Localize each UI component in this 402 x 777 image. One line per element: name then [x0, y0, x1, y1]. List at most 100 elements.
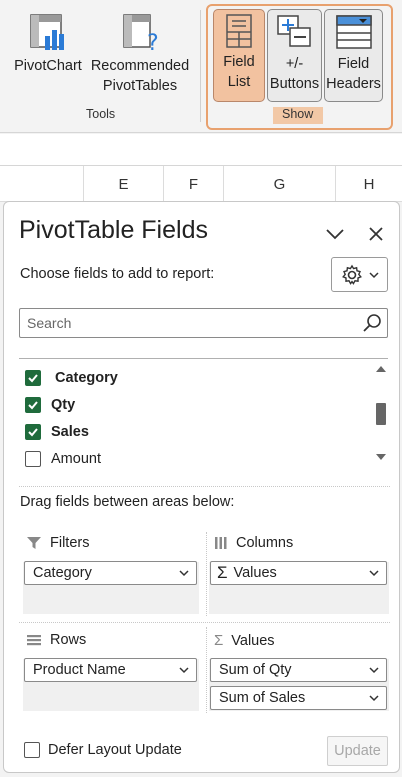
field-label: Amount — [51, 451, 101, 467]
field-headers-button[interactable]: Field Headers — [324, 9, 383, 102]
field-list-icon — [226, 14, 252, 48]
column-header-h[interactable]: H — [336, 166, 402, 202]
columns-item-values[interactable]: Σ Values — [210, 561, 387, 585]
pivotchart-button[interactable]: PivotChart — [12, 12, 84, 76]
columns-area-header: Columns — [214, 535, 293, 551]
field-list-scrollbar[interactable] — [372, 359, 388, 468]
filters-item-category[interactable]: Category — [24, 561, 197, 585]
field-label: Category — [55, 370, 118, 386]
pivotchart-label: PivotChart — [14, 58, 82, 74]
field-item-category[interactable]: Category — [25, 367, 118, 389]
recommended-label-line1: Recommended — [90, 58, 190, 74]
defer-layout-checkbox[interactable] — [24, 742, 40, 758]
field-list-label-line1: Field — [223, 54, 255, 70]
buttons-label-line1: +/- — [285, 56, 304, 72]
scroll-up-icon[interactable] — [375, 365, 387, 373]
chevron-down-icon[interactable] — [178, 663, 190, 677]
formula-bar-area — [0, 134, 402, 166]
columns-icon — [215, 537, 227, 549]
values-area-header: Σ Values — [214, 632, 275, 649]
update-button[interactable]: Update — [327, 736, 388, 766]
area-item-label: Product Name — [33, 662, 126, 678]
search-input[interactable]: Search — [19, 308, 388, 338]
area-item-label: Values — [233, 565, 277, 581]
field-item-sales[interactable]: Sales — [25, 421, 89, 443]
values-item-sum-of-qty[interactable]: Sum of Qty — [210, 658, 387, 682]
field-item-amount[interactable]: Amount — [25, 448, 101, 468]
column-header-f[interactable]: F — [164, 166, 224, 202]
column-header-blank — [0, 166, 84, 202]
field-checkbox[interactable] — [25, 397, 41, 413]
values-label: Values — [231, 632, 275, 649]
rows-area-header: Rows — [26, 632, 86, 648]
chevron-down-icon[interactable] — [368, 691, 380, 705]
field-list: Category Qty Sales Amount — [19, 358, 388, 468]
area-item-label: Sum of Sales — [219, 690, 306, 706]
plus-minus-icon — [276, 15, 311, 47]
tools-gear-button[interactable] — [331, 257, 388, 292]
filters-area-header: Filters — [26, 535, 89, 551]
close-icon[interactable] — [367, 225, 385, 243]
pivotchart-icon — [30, 14, 64, 50]
area-item-label: Category — [33, 565, 92, 581]
search-placeholder: Search — [27, 315, 72, 331]
ribbon: PivotChart ? Recommended PivotTables Too… — [0, 0, 402, 133]
field-label: Sales — [51, 424, 89, 440]
chevron-down-icon — [368, 271, 379, 278]
sigma-icon: Σ — [214, 632, 224, 649]
checkmark-icon — [28, 374, 38, 383]
field-checkbox[interactable] — [25, 370, 41, 386]
rows-icon — [27, 635, 41, 646]
drag-fields-label: Drag fields between areas below: — [20, 494, 235, 510]
search-icon — [363, 314, 381, 332]
recommended-pivottables-icon: ? — [123, 14, 159, 52]
field-list-label-line2: List — [227, 74, 251, 90]
defer-layout-update[interactable]: Defer Layout Update — [24, 742, 182, 758]
buttons-label-line2: Buttons — [269, 76, 320, 92]
svg-text:?: ? — [147, 31, 159, 52]
headers-label-line2: Headers — [326, 76, 381, 92]
filter-icon — [27, 537, 41, 549]
field-headers-icon — [335, 15, 372, 49]
filters-label: Filters — [50, 535, 90, 551]
gear-icon — [341, 264, 362, 285]
checkmark-icon — [28, 401, 38, 410]
tools-group-label: Tools — [86, 107, 116, 121]
field-list-button[interactable]: Field List — [213, 9, 265, 102]
column-headers: E F G H — [0, 166, 402, 202]
defer-layout-label: Defer Layout Update — [48, 742, 182, 758]
sigma-icon: Σ — [217, 563, 228, 582]
recommended-pivottables-button[interactable]: ? Recommended PivotTables — [88, 12, 192, 96]
show-group-label: Show — [282, 107, 314, 121]
scroll-down-icon[interactable] — [375, 453, 387, 461]
values-item-sum-of-sales[interactable]: Sum of Sales — [210, 686, 387, 710]
field-checkbox[interactable] — [25, 451, 41, 467]
scrollbar-thumb[interactable] — [376, 403, 386, 425]
recommended-label-line2: PivotTables — [102, 78, 178, 94]
rows-item-product-name[interactable]: Product Name — [24, 658, 197, 682]
rows-label: Rows — [50, 632, 87, 648]
field-label: Qty — [51, 397, 76, 413]
chevron-down-icon[interactable] — [368, 663, 380, 677]
chevron-down-icon[interactable] — [324, 226, 346, 242]
chevron-down-icon[interactable] — [368, 566, 380, 580]
area-divider-horizontal — [19, 622, 390, 623]
field-checkbox[interactable] — [25, 424, 41, 440]
group-separator — [200, 10, 201, 122]
chevron-down-icon[interactable] — [178, 566, 190, 580]
checkmark-icon — [28, 428, 38, 437]
area-item-label: Sum of Qty — [219, 662, 292, 678]
pane-title: PivotTable Fields — [19, 216, 208, 244]
area-divider-vertical — [206, 627, 207, 713]
headers-label-line1: Field — [337, 56, 370, 72]
section-divider — [19, 486, 390, 487]
field-item-qty[interactable]: Qty — [25, 394, 75, 416]
area-divider-vertical — [206, 532, 207, 616]
excel-window: PivotChart ? Recommended PivotTables Too… — [0, 0, 402, 777]
columns-label: Columns — [236, 535, 294, 551]
choose-fields-label: Choose fields to add to report: — [20, 266, 215, 282]
column-header-g[interactable]: G — [224, 166, 336, 202]
plus-minus-buttons-button[interactable]: +/- Buttons — [267, 9, 322, 102]
pivottable-fields-pane: PivotTable Fields Choose fields to add t… — [3, 201, 400, 773]
column-header-e[interactable]: E — [84, 166, 164, 202]
